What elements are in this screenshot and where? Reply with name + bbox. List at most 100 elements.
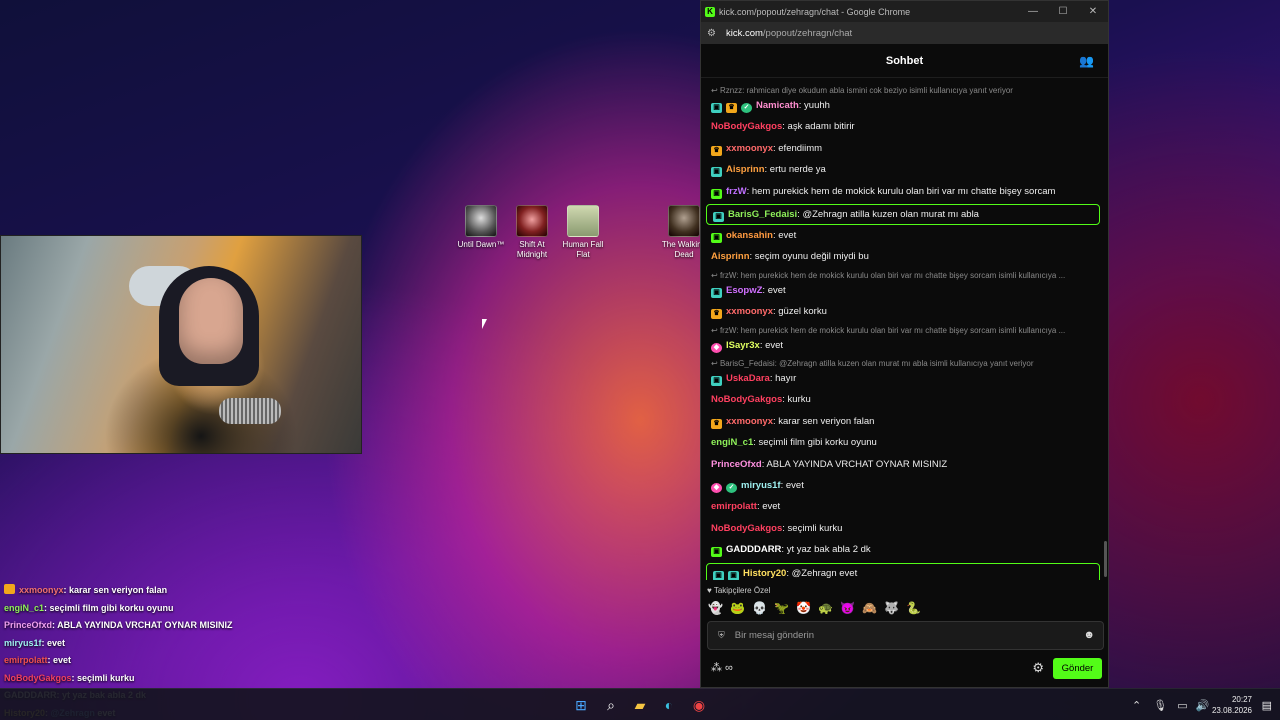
emote-button[interactable]: 🤡 xyxy=(795,599,812,616)
chat-message[interactable]: ▣ frzW: hem purekick hem de mokick kurulu… xyxy=(711,185,1098,199)
chat-message[interactable]: ♛ xxmoonyx: güzel korku xyxy=(711,305,1098,320)
emote-button[interactable]: 🐍 xyxy=(905,599,922,616)
chat-username[interactable]: GADDDARR xyxy=(726,544,781,555)
emote-button[interactable]: 🦖 xyxy=(773,599,790,616)
chat-username[interactable]: Aisprinn xyxy=(726,164,765,175)
chevron-up-icon[interactable]: ⌃ xyxy=(1132,699,1141,712)
emoji-icon[interactable]: ☻ xyxy=(1083,629,1095,641)
file-explorer-icon[interactable]: ▰ xyxy=(631,696,649,714)
close-icon[interactable]: ✕ xyxy=(1078,1,1108,22)
chat-message[interactable]: engiN_c1: seçimli film gibi korku oyunu xyxy=(711,436,1098,450)
send-button[interactable]: Gönder xyxy=(1053,658,1102,679)
address-bar[interactable]: ⚙ kick.com/popout/zehragn/chat xyxy=(701,22,1108,44)
chat-message[interactable]: Aisprinn: seçim oyunu değil miydi bu xyxy=(711,250,1098,264)
chat-message-highlighted[interactable]: ▣ ▣ History20: @Zehragn evet xyxy=(706,562,1100,580)
reply-context[interactable]: ↩ BarisG_Fedaisi: @Zehragn atilla kuzen … xyxy=(711,359,1094,368)
chat-username[interactable]: miryus1f xyxy=(741,480,781,491)
chat-message[interactable]: NoBodyGakgos: seçimli kurku xyxy=(711,522,1098,536)
gear-icon[interactable]: ⚙ xyxy=(1032,660,1044,676)
chat-username[interactable]: PrinceOfxd xyxy=(711,459,762,470)
url-path: /popout/zehragn/chat xyxy=(762,27,853,39)
overlay-chat-user: PrinceOfxd xyxy=(4,620,53,630)
chat-username[interactable]: okansahin xyxy=(726,230,773,241)
chat-username[interactable]: NoBodyGakgos xyxy=(711,523,782,534)
desktop-icon-shift-at-midnight[interactable]: Shift At Midnight xyxy=(504,205,560,260)
chat-message[interactable]: ▣ Aisprinn: ertu nerde ya xyxy=(711,163,1098,178)
chat-username[interactable]: BarisG_Fedaisi xyxy=(728,209,797,220)
chat-message[interactable]: ▣ UskaDara: hayır xyxy=(711,372,1098,386)
chat-text: : yuuhh xyxy=(798,100,830,111)
chat-message[interactable]: ▣ GADDDARR: yt yaz bak abla 2 dk xyxy=(711,543,1098,558)
chat-username[interactable]: UskaDara xyxy=(726,373,770,384)
chat-tools-icon[interactable]: ⁂ ∞ xyxy=(711,661,733,674)
chat-text: : evet xyxy=(773,230,797,241)
overlay-chat-row: engiN_c1: seçimli film gibi korku oyunu xyxy=(4,602,364,620)
chat-message[interactable]: NoBodyGakgos: aşk adamı bitirir xyxy=(711,120,1098,134)
network-icon[interactable]: ▭ xyxy=(1177,699,1187,712)
reply-context[interactable]: ↩ frzW: hem purekick hem de mokick kurul… xyxy=(711,326,1094,335)
subscriber-badge-icon: ▣ xyxy=(711,103,722,113)
message-input[interactable]: ⛨ Bir mesaj gönderin ☻ xyxy=(707,621,1104,650)
chat-message[interactable]: emirpolatt: evet xyxy=(711,500,1098,514)
desktop-icon-until-dawn[interactable]: Until Dawn™ xyxy=(453,205,509,250)
search-icon[interactable]: ⌕ xyxy=(602,696,620,714)
chat-message-highlighted[interactable]: ▣ BarisG_Fedaisi: @Zehragn atilla kuzen o… xyxy=(706,204,1100,225)
crown-badge-icon: ♛ xyxy=(711,309,722,320)
overlay-chat-text: : karar sen veriyon falan xyxy=(63,585,168,595)
chat-message[interactable]: ▣ ♛ ✓ Namicath: yuuhh xyxy=(711,99,1098,113)
emote-button[interactable]: 😈 xyxy=(839,599,856,616)
chat-username[interactable]: EsopwZ xyxy=(726,285,762,296)
chat-popout-window: K kick.com/popout/zehragn/chat - Google … xyxy=(700,0,1109,688)
chat-username[interactable]: ISayr3x xyxy=(726,340,760,351)
users-icon[interactable]: 👥 xyxy=(1079,54,1094,68)
windows-start-icon[interactable]: ⊞ xyxy=(572,696,590,714)
chat-scrollbar[interactable] xyxy=(1104,541,1107,577)
chat-message[interactable]: ▣ EsopwZ: evet xyxy=(711,284,1098,298)
microphone-icon[interactable]: 🎙 xyxy=(1153,699,1167,712)
chat-message[interactable]: ▣ okansahin: evet xyxy=(711,229,1098,243)
chat-username[interactable]: xxmoonyx xyxy=(726,306,773,317)
chat-message[interactable]: ◆ ✓ miryus1f: evet xyxy=(711,479,1098,493)
reply-text: Rznzz: rahmican diye okudum abla ismini … xyxy=(719,86,1013,95)
chat-text: : güzel korku xyxy=(773,306,827,318)
desktop-icon-label: Shift At Midnight xyxy=(516,240,548,259)
emote-button[interactable]: 🐺 xyxy=(883,599,900,616)
emote-button[interactable]: 💀 xyxy=(751,599,768,616)
chat-username[interactable]: Namicath xyxy=(756,100,799,111)
clock[interactable]: 20:27 23.08.2026 xyxy=(1212,694,1252,716)
chat-username[interactable]: NoBodyGakgos xyxy=(711,394,782,405)
overlay-chat-row: PrinceOfxd: ABLA YAYINDA VRCHAT OYNAR MI… xyxy=(4,619,364,637)
chat-username[interactable]: engiN_c1 xyxy=(711,437,753,448)
chat-message[interactable]: PrinceOfxd: ABLA YAYINDA VRCHAT OYNAR MI… xyxy=(711,458,1098,472)
volume-icon[interactable]: 🔊 xyxy=(1196,699,1210,712)
chat-username[interactable]: Aisprinn xyxy=(711,251,750,262)
crown-badge-icon: ♛ xyxy=(726,103,737,113)
the-walking-dead-thumbnail xyxy=(668,205,700,237)
emote-button[interactable]: 👻 xyxy=(707,599,724,616)
emote-button[interactable]: 🐸 xyxy=(729,599,746,616)
chat-username[interactable]: NoBodyGakgos xyxy=(711,121,782,132)
overlay-chat-row: miryus1f: evet xyxy=(4,637,364,655)
chat-message[interactable]: ◆ ISayr3x: evet xyxy=(711,339,1098,353)
chat-message[interactable]: ♛ xxmoonyx: karar sen veriyon falan xyxy=(711,415,1098,429)
reply-context[interactable]: ↩ Rznzz: rahmican diye okudum abla ismin… xyxy=(711,86,1094,95)
chat-username[interactable]: frzW xyxy=(726,186,747,197)
chrome-icon[interactable]: ◉ xyxy=(690,696,708,714)
chat-username[interactable]: History20 xyxy=(743,568,786,579)
overlay-chat-user: emirpolatt xyxy=(4,655,48,665)
minimize-icon[interactable]: — xyxy=(1018,1,1048,22)
desktop-icon-human-fall-flat[interactable]: Human Fall Flat xyxy=(555,205,611,260)
notification-icon[interactable]: ▤ xyxy=(1262,699,1272,712)
emote-button[interactable]: 🐢 xyxy=(817,599,834,616)
site-info-icon[interactable]: ⚙ xyxy=(707,28,716,39)
emote-button[interactable]: 🙈 xyxy=(861,599,878,616)
chat-message[interactable]: NoBodyGakgos: kurku xyxy=(711,393,1098,407)
chat-username[interactable]: xxmoonyx xyxy=(726,416,773,427)
maximize-icon[interactable]: ☐ xyxy=(1048,1,1078,22)
chat-username[interactable]: xxmoonyx xyxy=(726,143,773,154)
chat-message[interactable]: ♛ xxmoonyx: efendiimm xyxy=(711,142,1098,156)
edge-icon[interactable]: ◐ xyxy=(660,696,678,714)
reply-context[interactable]: ↩ frzW: hem purekick hem de mokick kurul… xyxy=(711,271,1094,280)
subscriber-badge-icon: ▣ xyxy=(711,287,722,298)
chat-username[interactable]: emirpolatt xyxy=(711,501,757,512)
